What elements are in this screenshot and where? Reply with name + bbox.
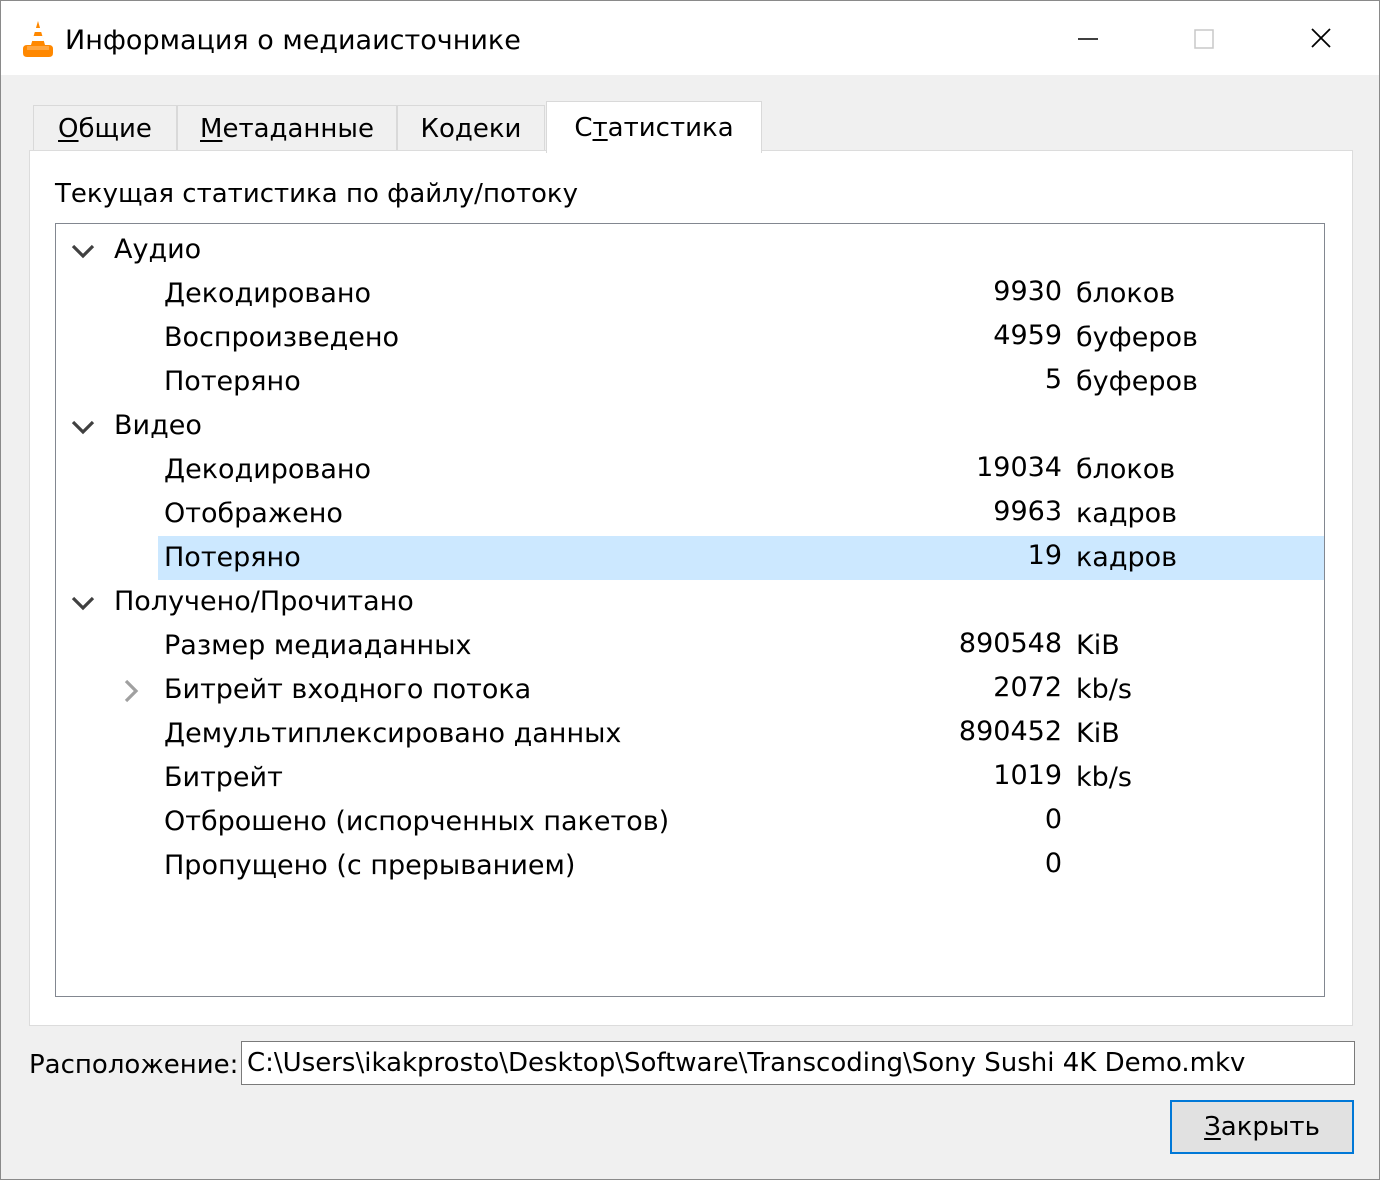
- tree-item-label: Демультиплексировано данных: [164, 718, 622, 749]
- tree-item-value: 0: [1044, 804, 1062, 835]
- tree-item-value: 4959: [993, 320, 1062, 351]
- tree-item-unit: кадров: [1076, 542, 1178, 573]
- tab-metadata-mnemonic: М: [200, 114, 223, 144]
- close-button-mnemonic: З: [1204, 1112, 1221, 1142]
- tree-group-row[interactable]: Аудио: [56, 228, 1324, 272]
- tree-item-value: 19034: [976, 452, 1062, 483]
- tree-item-value: 19: [1027, 540, 1062, 571]
- tree-item-unit: блоков: [1076, 278, 1176, 309]
- tree-item-row[interactable]: Битрейт входного потока 2072 kb/s: [56, 668, 1324, 712]
- close-window-button[interactable]: [1262, 1, 1379, 75]
- tree-item-row[interactable]: Воспроизведено 4959 буферов: [56, 316, 1324, 360]
- media-info-window: Информация о медиаисточнике Общие Метада…: [0, 0, 1380, 1180]
- title-bar[interactable]: Информация о медиаисточнике: [1, 1, 1379, 75]
- chevron-down-icon[interactable]: [68, 588, 98, 618]
- chevron-right-icon[interactable]: [116, 676, 146, 706]
- tree-item-label: Размер медиаданных: [164, 630, 472, 661]
- tree-item-value: 0: [1044, 848, 1062, 879]
- tree-item-label: Битрейт: [164, 762, 283, 793]
- vlc-cone-icon: [23, 21, 53, 57]
- chevron-down-icon[interactable]: [68, 236, 98, 266]
- tab-metadata[interactable]: Метаданные: [177, 105, 397, 151]
- tree-item-row[interactable]: Отброшено (испорченных пакетов) 0: [56, 800, 1324, 844]
- tree-item-unit: kb/s: [1076, 674, 1132, 705]
- window-title: Информация о медиаисточнике: [65, 25, 521, 56]
- tree-group-label: Аудио: [114, 234, 202, 265]
- tree-item-row[interactable]: Демультиплексировано данных 890452 KiB: [56, 712, 1324, 756]
- tree-item-label: Потеряно: [164, 366, 301, 397]
- maximize-button[interactable]: [1144, 1, 1262, 75]
- tree-group-label: Получено/Прочитано: [114, 586, 414, 617]
- tree-item-row[interactable]: Потеряно 19 кадров: [56, 536, 1324, 580]
- tab-metadata-label: етаданные: [222, 114, 374, 144]
- tree-item-label: Битрейт входного потока: [164, 674, 532, 705]
- tree-item-label: Воспроизведено: [164, 322, 400, 353]
- chevron-down-icon[interactable]: [68, 412, 98, 442]
- tree-item-row[interactable]: Потеряно 5 буферов: [56, 360, 1324, 404]
- tree-item-value: 890548: [958, 628, 1062, 659]
- tree-item-label: Потеряно: [164, 542, 301, 573]
- tree-group-row[interactable]: Получено/Прочитано: [56, 580, 1324, 624]
- tree-item-value: 890452: [958, 716, 1062, 747]
- tab-codecs[interactable]: Кодеки: [397, 105, 545, 151]
- tree-item-row[interactable]: Пропущено (с прерыванием) 0: [56, 844, 1324, 888]
- minimize-button[interactable]: [1026, 1, 1144, 75]
- tree-item-unit: KiB: [1076, 718, 1120, 749]
- tab-general-label: бщие: [78, 114, 152, 144]
- close-button-label: акрыть: [1220, 1112, 1320, 1142]
- tree-item-label: Декодировано: [164, 278, 372, 309]
- tree-item-row[interactable]: Декодировано 9930 блоков: [56, 272, 1324, 316]
- tree-item-label: Отброшено (испорченных пакетов): [164, 806, 670, 837]
- tab-codecs-label: Кодеки: [420, 114, 522, 144]
- maximize-icon: [1194, 29, 1214, 49]
- tree-item-value: 1019: [993, 760, 1062, 791]
- tab-statistics-label: атистика: [607, 113, 734, 143]
- tab-general[interactable]: Общие: [33, 105, 177, 151]
- tree-item-row[interactable]: Размер медиаданных 890548 KiB: [56, 624, 1324, 668]
- tree-item-label: Отображено: [164, 498, 343, 529]
- tree-item-row[interactable]: Битрейт 1019 kb/s: [56, 756, 1324, 800]
- tree-item-value: 2072: [993, 672, 1062, 703]
- tree-item-unit: буферов: [1076, 322, 1198, 353]
- tree-item-value: 5: [1044, 364, 1062, 395]
- tree-item-unit: KiB: [1076, 630, 1120, 661]
- close-icon: [1311, 28, 1331, 48]
- tree-group-row[interactable]: Видео: [56, 404, 1324, 448]
- stats-heading: Текущая статистика по файлу/потоку: [55, 179, 578, 209]
- tree-item-unit: кадров: [1076, 498, 1178, 529]
- tree-item-unit: блоков: [1076, 454, 1176, 485]
- minimize-icon: [1078, 38, 1098, 40]
- close-button[interactable]: Закрыть: [1170, 1100, 1354, 1154]
- location-field[interactable]: C:\Users\ikakprosto\Desktop\Software\Tra…: [241, 1041, 1355, 1085]
- tab-statistics-mnemonic: т: [592, 113, 608, 143]
- location-label: Расположение:: [29, 1050, 239, 1080]
- tab-general-mnemonic: О: [58, 114, 79, 144]
- stats-tree[interactable]: Аудио Декодировано 9930 блоков Воспроизведен…: [55, 223, 1325, 997]
- tab-statistics[interactable]: Статистика: [546, 101, 762, 153]
- tree-item-row[interactable]: Отображено 9963 кадров: [56, 492, 1324, 536]
- tab-statistics-prefix: С: [574, 113, 593, 143]
- tree-item-value: 9930: [993, 276, 1062, 307]
- tree-item-unit: kb/s: [1076, 762, 1132, 793]
- tree-item-row[interactable]: Декодировано 19034 блоков: [56, 448, 1324, 492]
- tree-item-label: Декодировано: [164, 454, 372, 485]
- tree-item-unit: буферов: [1076, 366, 1198, 397]
- tree-group-label: Видео: [114, 410, 202, 441]
- tree-item-label: Пропущено (с прерыванием): [164, 850, 576, 881]
- tree-item-value: 9963: [993, 496, 1062, 527]
